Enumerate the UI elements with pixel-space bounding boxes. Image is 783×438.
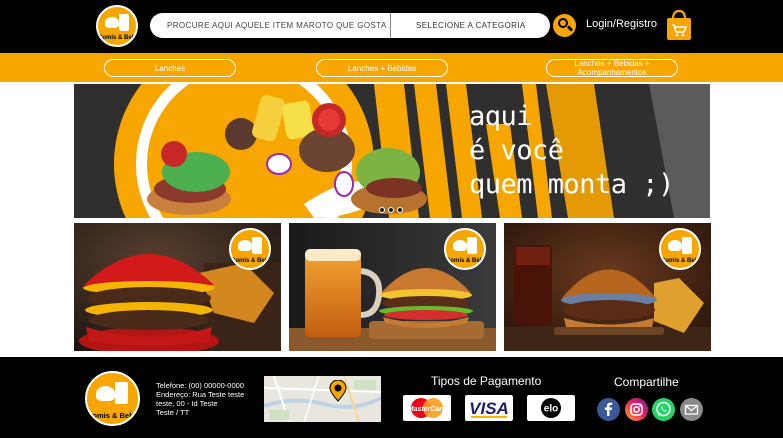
burger-icon [238,240,252,251]
contact-address-line3: teste, 00 - Id Teste [156,399,218,408]
footer-logo-text: Comis & Bebis [87,411,140,420]
product-card-beer-burger[interactable]: Comis & Bebis [289,223,496,351]
burger-icon [96,386,115,401]
brand-logo-text: Comis & Bebis [98,35,138,41]
search-button[interactable] [553,14,576,37]
category-nav: Lanches Lanches + Bebidas Lanches + Bebi… [0,53,783,82]
product-card-soda-burger[interactable]: Comis & Bebis [504,223,711,351]
carousel-dot-3[interactable] [397,207,403,213]
carousel-indicators [379,207,403,213]
card-logo-text: Comis & Bebis [661,258,701,264]
contact-phone: Telefone: (00) 00000-0000 [156,381,244,390]
location-map[interactable] [264,376,381,422]
elo-label: elo [544,404,558,415]
brand-logo[interactable]: Comis & Bebis [96,5,138,47]
visa-icon: VISA [465,395,513,421]
beer-mug-icon [682,237,692,254]
footer: Comis & Bebis Telefone: (00) 00000-0000 … [0,357,783,438]
elo-icon: elo [527,395,575,421]
mail-share-button[interactable] [680,398,703,421]
carousel-dot-1[interactable] [379,207,385,213]
beer-mug-icon [115,382,128,404]
burger-icon [105,17,119,28]
mastercard-label: MasterCard [408,406,447,413]
burger-icon [668,240,682,251]
nav-item-lanches[interactable]: Lanches [104,59,236,77]
mastercard-icon: MasterCard [403,395,451,421]
hero-banner[interactable]: aqui é você quem monta ;) [74,84,710,218]
card-brand-logo: Comis & Bebis [444,228,486,270]
card-brand-logo: Comis & Bebis [659,228,701,270]
burger-icon [453,240,467,251]
whatsapp-icon [656,401,671,417]
search-input[interactable] [150,13,390,38]
beer-mug-icon [119,14,129,31]
card-logo-text: Comis & Bebis [446,258,486,264]
search-divider [390,13,391,38]
facebook-share-button[interactable] [597,398,620,421]
shopping-bag-icon [667,9,691,40]
beer-mug-icon [252,237,262,254]
login-register-link[interactable]: Login/Registro [586,18,657,30]
header: Comis & Bebis SELECIONE A CATEGORIA Logi… [0,0,783,53]
instagram-share-button[interactable] [625,398,648,421]
share-title: Compartilhe [614,375,679,389]
category-select[interactable]: SELECIONE A CATEGORIA [416,13,526,38]
mail-icon [684,404,699,415]
nav-item-lanches-bebidas[interactable]: Lanches + Bebidas [316,59,448,77]
instagram-icon [630,403,643,416]
contact-info: Telefone: (00) 00000-0000 Endereço: Rua … [156,381,244,417]
payment-title: Tipos de Pagamento [431,374,542,388]
beer-mug-icon [467,237,477,254]
facebook-icon [604,402,613,416]
nav-item-lanches-bebidas-acompanhamentos[interactable]: Lanches + Bebidas + Acompanhamentos [546,59,678,77]
contact-address-line4: Teste / TT [156,408,190,417]
carousel-dot-2[interactable] [388,207,394,213]
whatsapp-share-button[interactable] [652,398,675,421]
footer-brand-logo[interactable]: Comis & Bebis [85,371,140,426]
contact-address: Endereço: Rua Teste teste [156,390,245,399]
cart-button[interactable] [663,9,695,41]
search-bar: SELECIONE A CATEGORIA [150,13,550,38]
hero-headline: aqui é você quem monta ;) [469,101,674,200]
card-logo-text: Comis & Bebis [231,258,271,264]
visa-label: VISA [469,399,509,418]
map-illustration [264,376,381,422]
map-pin-icon [329,380,347,402]
card-brand-logo: Comis & Bebis [229,228,271,270]
product-card-red-burger[interactable]: Comis & Bebis [74,223,281,351]
